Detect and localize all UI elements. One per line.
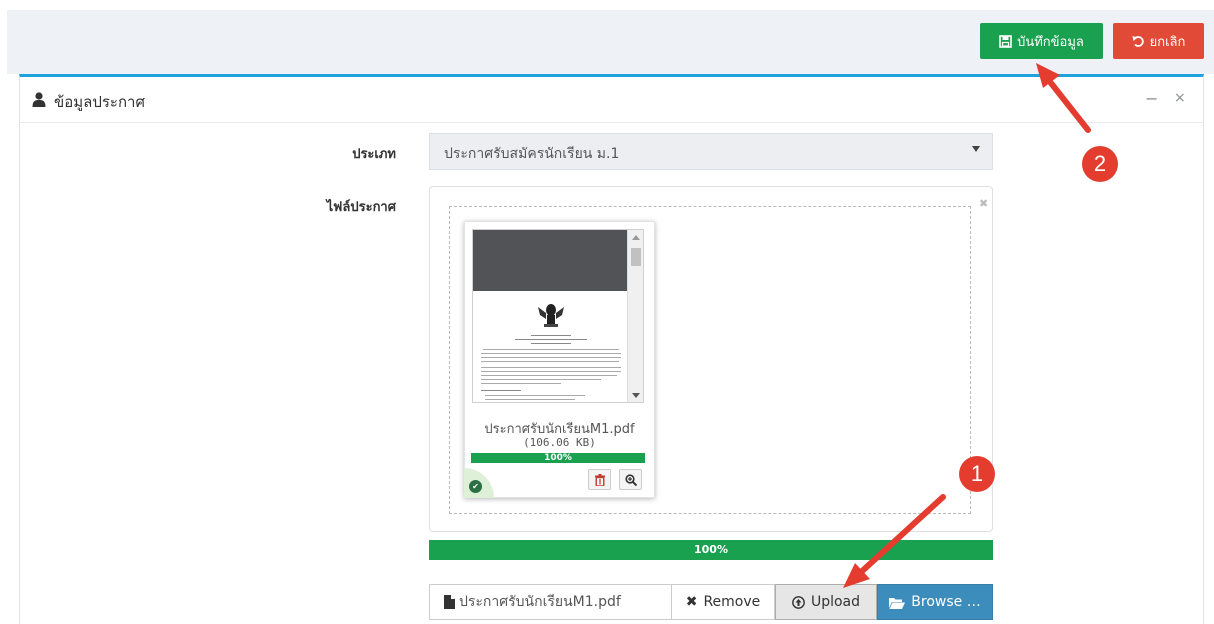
- browse-button[interactable]: Browse …: [877, 584, 993, 620]
- file-caption-text: ประกาศรับนักเรียนM1.pdf: [459, 594, 621, 610]
- save-button[interactable]: บันทึกข้อมูล: [980, 23, 1103, 59]
- undo-icon: [1132, 35, 1144, 47]
- scroll-up-icon[interactable]: [632, 235, 640, 240]
- zoom-in-icon: [624, 473, 637, 486]
- file-caption: ประกาศรับนักเรียนM1.pdf: [429, 584, 671, 620]
- collapse-icon[interactable]: −: [1145, 89, 1158, 108]
- type-label: ประเภท: [352, 147, 396, 162]
- floppy-disk-icon: [999, 34, 1012, 48]
- remove-button-label: Remove: [703, 594, 761, 610]
- cancel-button-label: ยกเลิก: [1149, 34, 1186, 50]
- panel-title: ข้อมูลประกาศ: [54, 93, 146, 111]
- user-icon: [32, 92, 46, 107]
- type-select[interactable]: ประกาศรับสมัครนักเรียน ม.1: [429, 133, 993, 170]
- chevron-down-icon: [972, 146, 980, 152]
- cancel-button[interactable]: ยกเลิก: [1113, 23, 1204, 59]
- trash-icon: [594, 473, 605, 486]
- top-strip: [0, 0, 1214, 10]
- scroll-down-icon[interactable]: [632, 393, 640, 398]
- upload-button[interactable]: Upload: [775, 584, 877, 620]
- file-icon: [444, 595, 455, 609]
- annotation-marker-1: 1: [959, 456, 995, 492]
- preview-progress-bar: 100%: [471, 453, 645, 463]
- clear-preview-icon[interactable]: ✖: [979, 197, 988, 210]
- scroll-thumb[interactable]: [631, 248, 641, 266]
- file-label: ไฟล์ประกาศ: [326, 200, 396, 215]
- pdf-scrollbar[interactable]: [627, 230, 643, 402]
- type-select-value: ประกาศรับสมัครนักเรียน ม.1: [444, 146, 620, 162]
- panel-header: ข้อมูลประกาศ − ×: [20, 77, 1203, 123]
- garuda-emblem-icon: [538, 304, 564, 327]
- file-input-group: ประกาศรับนักเรียนM1.pdf ✖ Remove Upload …: [429, 584, 993, 620]
- folder-open-icon: [889, 597, 906, 609]
- upload-progress-bar: 100%: [429, 540, 993, 560]
- check-circle-icon: ✔: [469, 480, 482, 493]
- upload-icon: [792, 595, 805, 609]
- delete-file-button[interactable]: [588, 469, 611, 490]
- preview-file-size: (106.06 KB): [523, 436, 596, 449]
- upload-button-label: Upload: [810, 594, 861, 610]
- remove-button[interactable]: ✖ Remove: [671, 584, 775, 620]
- pdf-toolbar-area: [473, 230, 629, 291]
- annotation-marker-2: 2: [1082, 146, 1118, 182]
- close-icon[interactable]: ×: [1174, 90, 1186, 106]
- zoom-file-button[interactable]: [619, 469, 642, 490]
- pdf-page: [473, 291, 629, 402]
- save-button-label: บันทึกข้อมูล: [1017, 34, 1084, 50]
- pdf-preview[interactable]: [472, 229, 644, 403]
- browse-button-label: Browse …: [911, 594, 981, 610]
- remove-icon: ✖: [685, 594, 698, 610]
